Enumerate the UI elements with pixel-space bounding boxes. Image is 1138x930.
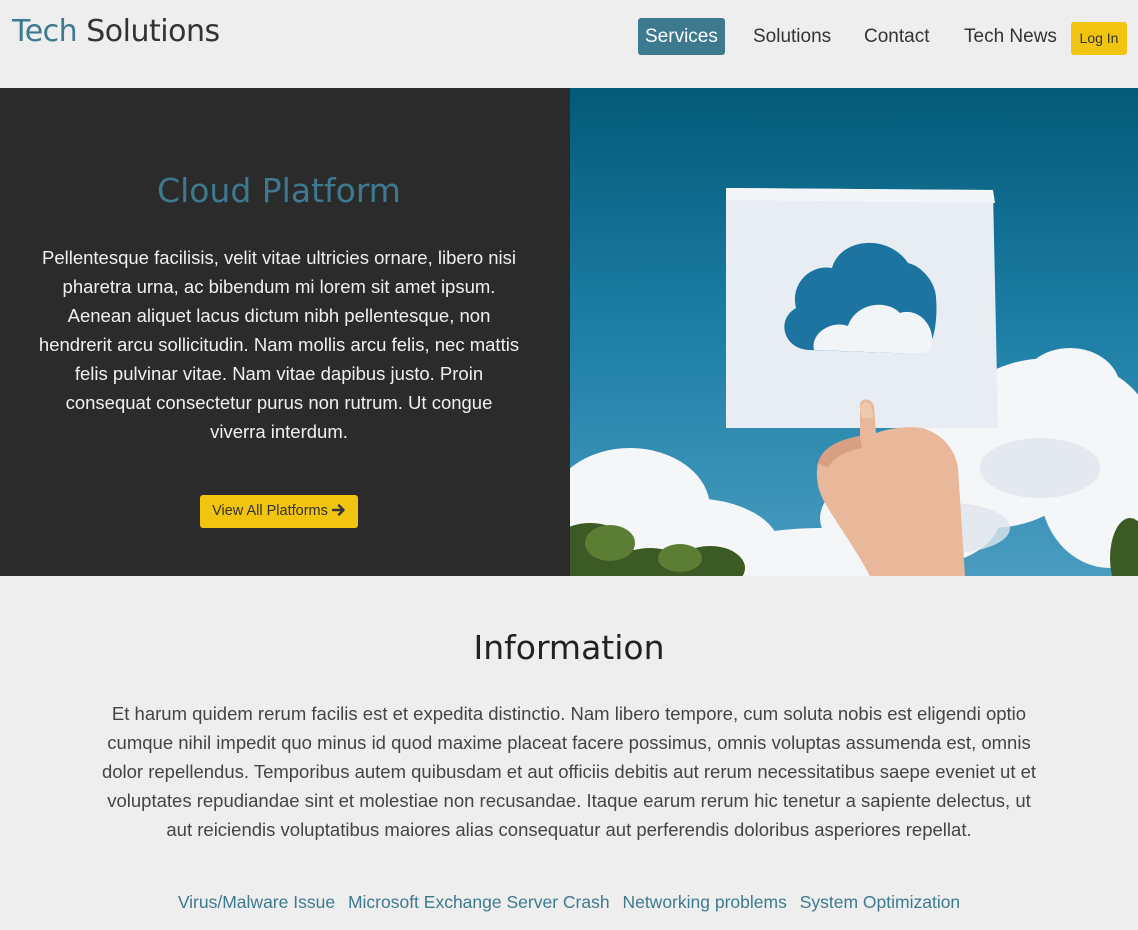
main-nav: Services Solutions Contact Tech News xyxy=(0,18,1138,58)
cloud-paper-illustration xyxy=(570,88,1138,576)
view-all-platforms-label: View All Platforms xyxy=(212,503,328,519)
hero-panel: Cloud Platform Pellentesque facilisis, v… xyxy=(0,88,570,576)
hero-description: Pellentesque facilisis, velit vitae ultr… xyxy=(38,247,520,442)
link-exchange-server-crash[interactable]: Microsoft Exchange Server Crash xyxy=(348,892,610,912)
information-heading: Information xyxy=(473,628,665,667)
link-virus-malware[interactable]: Virus/Malware Issue xyxy=(178,892,335,912)
site-header: Tech Solutions Services Solutions Contac… xyxy=(0,0,1138,88)
nav-link-tech-news[interactable]: Tech News xyxy=(964,18,1057,55)
hero-title: Cloud Platform xyxy=(157,171,401,210)
nav-link-solutions[interactable]: Solutions xyxy=(753,18,831,55)
information-links: Virus/Malware Issue Microsoft Exchange S… xyxy=(0,892,1138,913)
login-button[interactable]: Log In xyxy=(1071,22,1127,55)
nav-link-services[interactable]: Services xyxy=(638,18,725,55)
view-all-platforms-button[interactable]: View All Platforms xyxy=(200,495,358,528)
information-paragraph: Et harum quidem rerum facilis est et exp… xyxy=(101,703,1037,840)
link-networking-problems[interactable]: Networking problems xyxy=(622,892,786,912)
arrow-right-icon xyxy=(331,504,345,516)
link-system-optimization[interactable]: System Optimization xyxy=(800,892,960,912)
hero-image xyxy=(570,88,1138,576)
nav-link-contact[interactable]: Contact xyxy=(864,18,929,55)
